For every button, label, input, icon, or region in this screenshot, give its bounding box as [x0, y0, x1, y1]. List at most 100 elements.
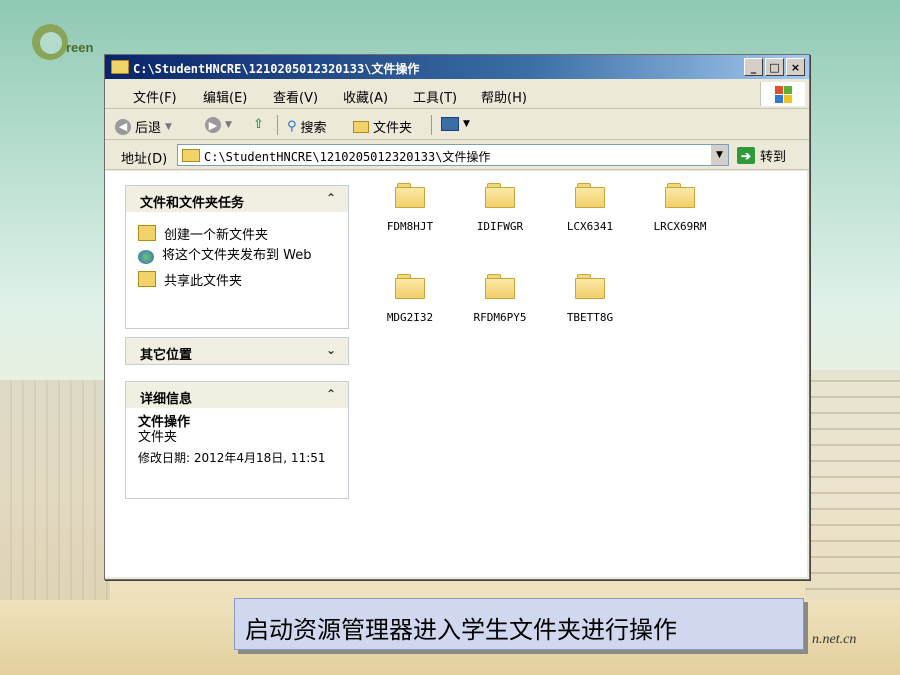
details-item-type: 文件夹 [138, 429, 178, 445]
menu-help[interactable]: 帮助(H) [481, 87, 527, 106]
close-button[interactable]: × [786, 58, 805, 76]
folders-label: 文件夹 [373, 121, 413, 136]
toolbar: ◀ 后退 ▼ ▶ ▼ ⇧ ⚲ 搜索 文件夹 ▼ [105, 109, 809, 140]
go-label: 转到 [760, 150, 787, 165]
folder-label: LCX6341 [566, 220, 614, 233]
menu-favorites[interactable]: 收藏(A) [343, 87, 388, 106]
logo-text: reen [66, 40, 94, 55]
menu-view[interactable]: 查看(V) [273, 87, 318, 106]
folder-icon [575, 183, 605, 208]
views-button[interactable]: ▼ [441, 117, 470, 131]
title-bar[interactable]: C:\StudentHNCRE\1210205012320133\文件操作 _ … [105, 55, 809, 79]
logo-ring-inner [40, 32, 62, 54]
folder-icon [485, 274, 515, 299]
collapse-chevron-icon[interactable]: ⌃ [326, 387, 336, 401]
caption-text: 启动资源管理器进入学生文件夹进行操作 [245, 616, 677, 644]
search-label: 搜索 [300, 121, 327, 136]
minimize-button[interactable]: _ [744, 58, 763, 76]
folder-icon [665, 183, 695, 208]
address-label: 地址(D) [121, 152, 168, 167]
explorer-window: C:\StudentHNCRE\1210205012320133\文件操作 _ … [104, 54, 810, 580]
menu-tools[interactable]: 工具(T) [413, 87, 457, 106]
views-dropdown-icon: ▼ [463, 119, 470, 129]
go-arrow-icon: ➔ [737, 147, 755, 164]
window-title: C:\StudentHNCRE\1210205012320133\文件操作 [133, 62, 420, 76]
search-button[interactable]: ⚲ 搜索 [287, 117, 327, 136]
folder-label: RFDM6PY5 [473, 311, 527, 324]
collapse-chevron-icon[interactable]: ⌃ [326, 191, 336, 205]
forward-button[interactable]: ▶ ▼ [205, 117, 232, 133]
folder-item[interactable]: TBETT8G [551, 274, 629, 324]
folder-item[interactable]: FDM8HJT [371, 183, 449, 233]
window-controls: _ □ × [744, 58, 805, 76]
maximize-button[interactable]: □ [765, 58, 784, 76]
toolbar-separator [431, 115, 432, 135]
menu-bar: 文件(F) 编辑(E) 查看(V) 收藏(A) 工具(T) 帮助(H) [105, 80, 809, 109]
folder-item[interactable]: LRCX69RM [641, 183, 719, 233]
back-arrow-icon: ◀ [115, 118, 131, 135]
menu-edit[interactable]: 编辑(E) [203, 87, 247, 106]
details-panel: 详细信息 ⌃ 文件操作 文件夹 修改日期: 2012年4月18日, 11:51 [125, 381, 349, 499]
details-panel-header[interactable]: 详细信息 ⌃ [126, 382, 348, 408]
folders-icon [353, 120, 369, 133]
details-modified-date: 修改日期: 2012年4月18日, 11:51 [138, 450, 326, 465]
folder-label: MDG2I32 [386, 311, 434, 324]
places-panel: 其它位置 ⌄ [125, 337, 349, 365]
tasks-panel: 文件和文件夹任务 ⌃ 创建一个新文件夹 将这个文件夹发布到 Web 共享此文件夹 [125, 185, 349, 329]
folder-icon [111, 60, 129, 74]
new-folder-icon [138, 225, 156, 241]
address-value: C:\StudentHNCRE\1210205012320133\文件操作 [204, 150, 491, 164]
green-logo: reen [30, 22, 115, 67]
back-button[interactable]: ◀ 后退 ▼ [115, 117, 172, 136]
up-arrow-icon: ⇧ [253, 117, 264, 132]
globe-icon [138, 250, 154, 264]
task-publish-web[interactable]: 将这个文件夹发布到 Web [138, 248, 336, 264]
address-dropdown-button[interactable]: ▼ [710, 145, 728, 165]
folder-item[interactable]: RFDM6PY5 [461, 274, 539, 324]
up-folder-button[interactable]: ⇧ [253, 117, 264, 132]
places-panel-header[interactable]: 其它位置 ⌄ [126, 338, 348, 364]
task-share-folder[interactable]: 共享此文件夹 [138, 270, 336, 289]
task-label: 将这个文件夹发布到 Web [162, 248, 312, 263]
folder-label: FDM8HJT [386, 220, 434, 233]
share-folder-icon [138, 271, 156, 287]
windows-flag-icon [760, 82, 805, 106]
background-building-left [0, 380, 110, 610]
folder-icon [182, 149, 200, 162]
tasks-panel-header[interactable]: 文件和文件夹任务 ⌃ [126, 186, 348, 212]
folder-label: IDIFWGR [476, 220, 524, 233]
tasks-panel-title: 文件和文件夹任务 [140, 196, 245, 211]
back-dropdown-icon: ▼ [165, 121, 172, 132]
toolbar-separator [277, 115, 278, 135]
address-input[interactable]: C:\StudentHNCRE\1210205012320133\文件操作 ▼ [177, 144, 729, 166]
folder-label: LRCX69RM [653, 220, 707, 233]
content-area: 文件和文件夹任务 ⌃ 创建一个新文件夹 将这个文件夹发布到 Web 共享此文件夹 [105, 171, 807, 577]
expand-chevron-icon[interactable]: ⌄ [326, 343, 336, 357]
folder-item[interactable]: LCX6341 [551, 183, 629, 233]
folder-icon [395, 183, 425, 208]
task-label: 共享此文件夹 [164, 274, 243, 289]
address-bar: 地址(D) C:\StudentHNCRE\1210205012320133\文… [105, 141, 809, 170]
folder-icon [395, 274, 425, 299]
folder-item[interactable]: MDG2I32 [371, 274, 449, 324]
search-icon: ⚲ [287, 119, 297, 134]
go-button[interactable]: ➔ 转到 [737, 146, 786, 165]
folders-button[interactable]: 文件夹 [353, 117, 412, 136]
slide-caption: 启动资源管理器进入学生文件夹进行操作 [234, 598, 804, 650]
forward-arrow-icon: ▶ [205, 117, 221, 133]
folder-label: TBETT8G [566, 311, 614, 324]
folder-item[interactable]: IDIFWGR [461, 183, 539, 233]
back-label: 后退 [135, 121, 162, 136]
url-tail-text: n.net.cn [812, 632, 857, 647]
details-item-name: 文件操作 [138, 415, 191, 430]
forward-dropdown-icon: ▼ [225, 120, 232, 130]
folder-icon [485, 183, 515, 208]
places-panel-title: 其它位置 [140, 348, 193, 363]
menu-file[interactable]: 文件(F) [133, 87, 177, 106]
views-icon [441, 117, 459, 131]
task-new-folder[interactable]: 创建一个新文件夹 [138, 224, 336, 243]
details-panel-title: 详细信息 [140, 392, 193, 407]
background-building-right [805, 370, 900, 620]
folder-icon [575, 274, 605, 299]
task-label: 创建一个新文件夹 [164, 228, 269, 243]
